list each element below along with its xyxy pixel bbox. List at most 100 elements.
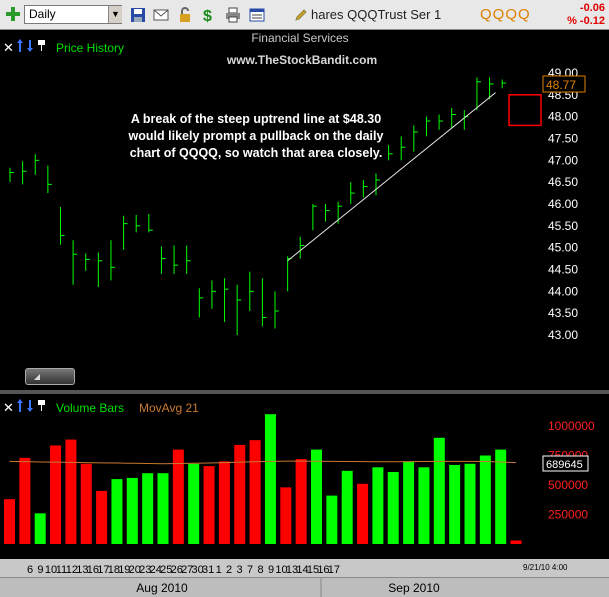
move-up-icon[interactable] (17, 399, 23, 403)
save-icon[interactable] (130, 7, 146, 23)
price-axis-label: 48.00 (548, 110, 578, 124)
volume-bar (249, 440, 261, 544)
quote-window-icon[interactable] (249, 7, 265, 23)
volume-axis-label: 1000000 (548, 419, 595, 433)
last-price-value: 48.77 (546, 78, 576, 92)
volume-bar (495, 449, 507, 544)
volume-bar (111, 479, 123, 544)
volume-bar (311, 449, 322, 544)
volume-bar (326, 495, 338, 544)
alert-box (508, 94, 542, 127)
volume-bar (357, 483, 369, 544)
chevron-down-icon[interactable]: ▼ (108, 6, 122, 23)
day-label: 3 (237, 564, 243, 576)
sector-label: Financial Services (251, 31, 348, 45)
volume-bar (341, 470, 353, 544)
volume-bar (126, 477, 138, 544)
watermark: www.TheStockBandit.com (226, 53, 377, 67)
day-labels: 6 9 10111213161718192023242526273031 1 2 3 7 8 9… (27, 564, 340, 576)
svg-text:$: $ (203, 8, 212, 23)
volume-bar (188, 463, 200, 544)
symbol-ticker[interactable]: QQQQ (480, 6, 531, 23)
day-label: 17 (328, 564, 340, 576)
last-price-tag: 48.77 (542, 75, 586, 93)
price-axis-label: 44.00 (548, 284, 578, 298)
annotation-line-2: would likely prompt a pullback on the da… (128, 129, 384, 143)
day-label: 9 (37, 564, 43, 576)
annotation-line-1: A break of the steep uptrend line at $48… (131, 112, 381, 126)
lock-icon[interactable] (177, 7, 193, 23)
volume-bar (80, 463, 92, 544)
volume-bar (4, 499, 15, 544)
volume-bar (50, 445, 62, 544)
volume-bar (510, 540, 522, 544)
dollar-icon[interactable]: $ (201, 7, 217, 23)
volume-bar (295, 459, 307, 544)
pin-icon[interactable] (38, 40, 45, 51)
price-history-chart[interactable]: ✕ Price History Financial Services www.T… (0, 30, 609, 390)
volume-bars (4, 414, 522, 544)
annotation-line-3: chart of QQQQ, so watch that area closel… (130, 146, 383, 160)
price-history-label: Price History (56, 41, 124, 55)
month-label-sep: Sep 2010 (388, 581, 440, 595)
toolbar: Daily ▼ $ hares QQQTrust Ser 1 QQQQ -0.0… (0, 0, 609, 30)
volume-axis-label: 500000 (548, 478, 588, 492)
volume-bars-label: Volume Bars (56, 401, 124, 415)
volume-bar (479, 455, 491, 544)
close-panel-icon[interactable]: ✕ (3, 400, 14, 415)
day-label: 7 (247, 564, 253, 576)
volume-bar (96, 490, 108, 544)
email-icon[interactable] (153, 7, 169, 23)
volume-bar (264, 414, 276, 544)
day-label: 6 (27, 564, 33, 576)
date-axis: 6 9 10111213161718192023242526273031 1 2 3 7 8 9… (0, 559, 609, 597)
symbol-name: hares QQQTrust Ser 1 (311, 7, 442, 22)
volume-panel-header: ✕ Volume Bars MovAvg 21 (3, 399, 199, 415)
day-label: 31 (202, 564, 214, 576)
volume-bar (19, 457, 31, 544)
volume-bar (464, 463, 476, 544)
volume-bar (280, 487, 292, 544)
price-panel-header: ✕ Price History (3, 39, 124, 55)
volume-bar (142, 473, 154, 544)
price-axis-label: 46.00 (548, 197, 578, 211)
day-label: 2 (226, 564, 232, 576)
day-label: 8 (257, 564, 263, 576)
price-axis-label: 47.00 (548, 153, 578, 167)
volume-bar (387, 472, 399, 544)
price-axis-label: 45.50 (548, 219, 578, 233)
price-axis-label: 45.00 (548, 241, 578, 255)
pencil-icon[interactable] (294, 8, 308, 22)
add-chart-plus-icon[interactable] (4, 5, 22, 23)
volume-bar (372, 467, 384, 544)
scroll-handle[interactable] (25, 368, 75, 385)
annotation-text: A break of the steep uptrend line at $48… (128, 112, 384, 160)
volume-chart[interactable]: ✕ Volume Bars MovAvg 21 1000000750000500… (0, 394, 609, 559)
scroll-grip-icon (34, 374, 40, 380)
move-up-icon[interactable] (17, 39, 23, 43)
close-panel-icon[interactable]: ✕ (3, 40, 14, 55)
volume-axis-label: 250000 (548, 508, 588, 522)
day-label: 9 (268, 564, 274, 576)
price-axis: 49.0048.5048.0047.5047.0046.5046.0045.50… (548, 66, 578, 342)
volume-bar (403, 461, 415, 544)
pin-icon[interactable] (38, 400, 45, 411)
volume-bar (157, 473, 169, 544)
price-axis-label: 47.50 (548, 132, 578, 146)
volume-bar (418, 467, 430, 544)
price-axis-label: 43.50 (548, 306, 578, 320)
volume-bar (433, 437, 445, 544)
volume-bar (203, 466, 215, 544)
last-ma-value: 689645 (546, 459, 583, 471)
price-axis-label: 46.50 (548, 175, 578, 189)
timestamp-label: 9/21/10 4:00 (523, 563, 568, 572)
price-change: -0.06 (579, 2, 605, 14)
volume-bar (34, 513, 46, 544)
volume-bar (234, 444, 246, 544)
day-label: 1 (216, 564, 222, 576)
printer-icon[interactable] (225, 7, 241, 23)
percent-change: % -0.12 (567, 15, 605, 27)
last-ma-tag: 689645 (542, 455, 589, 472)
moving-average-label: MovAvg 21 (139, 401, 199, 415)
price-axis-label: 43.00 (548, 328, 578, 342)
